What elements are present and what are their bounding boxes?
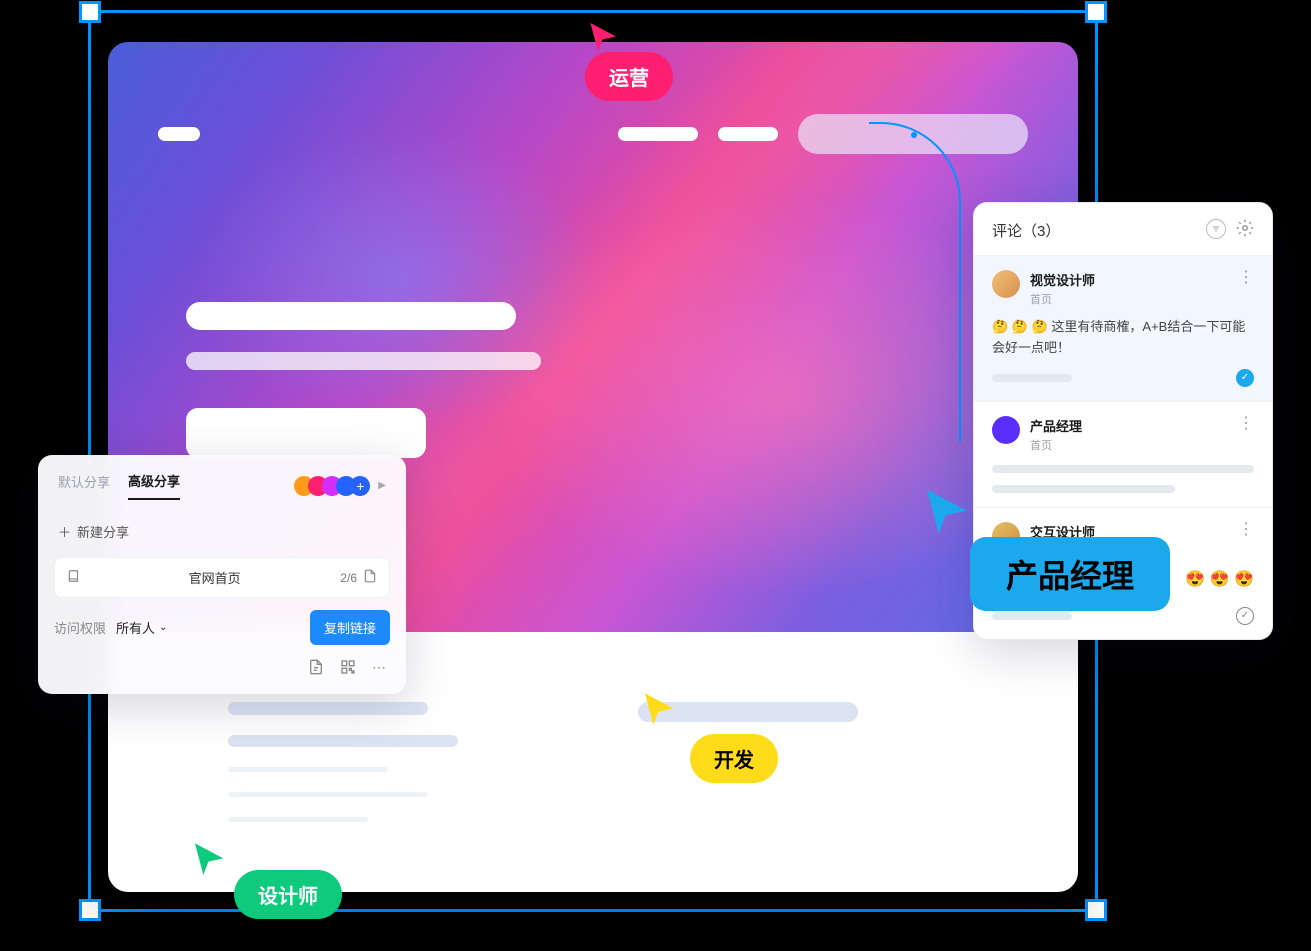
more-icon[interactable]: ⋯ [372,659,386,678]
copy-link-button[interactable]: 复制链接 [310,610,390,645]
comment-page: 首页 [1030,437,1228,453]
placeholder-bar [228,792,428,797]
cursor-label-text: 设计师 [234,870,342,919]
placeholder-bar [228,702,428,715]
cursor-label-text: 产品经理 [970,537,1170,611]
comment-author: 产品经理 [1030,416,1228,435]
cursor-icon [586,20,622,56]
avatar [992,270,1020,298]
comment-body: 🤔 🤔 🤔 这里有待商榷，A+B结合一下可能会好一点吧！ [992,317,1254,359]
qr-icon[interactable] [340,659,356,678]
collaborator-cursor-pm: 产品经理 [920,485,1170,611]
share-item-row[interactable]: 官网首页 2/6 [54,557,390,598]
resolve-check-icon[interactable]: ✓ [1236,607,1254,625]
page-icon [363,569,377,586]
comment-more-icon[interactable]: ⋮ [1238,522,1254,538]
annotation-anchor-dot [911,132,917,138]
share-tab-advanced[interactable]: 高级分享 [128,471,180,500]
nav-logo-placeholder [158,127,200,141]
hero-cta-placeholder [186,408,426,458]
new-share-button[interactable]: ＋ 新建分享 [38,514,406,557]
collaborator-cursor-designer: 设计师 [190,840,342,919]
comment-reactions[interactable]: 😍 😍 😍 [1185,569,1254,589]
access-dropdown[interactable]: 所有人 ⌄ [116,618,167,637]
cursor-label-text: 运营 [585,52,673,101]
cursor-icon [640,690,680,730]
plus-icon: ＋ [58,522,71,541]
book-icon [67,569,81,586]
collaborator-cursor-dev: 开发 [640,690,778,783]
avatar [992,416,1020,444]
access-value-text: 所有人 [116,618,155,637]
resize-handle-tr[interactable] [1085,1,1107,23]
hero-title-placeholder [186,302,516,330]
resize-handle-bl[interactable] [79,899,101,921]
resize-handle-tl[interactable] [79,1,101,23]
nav-search-placeholder [798,114,1028,154]
comment-more-icon[interactable]: ⋮ [1238,270,1254,286]
share-item-title: 官网首页 [89,568,340,587]
nav-item-placeholder [718,127,778,141]
share-tab-default[interactable]: 默认分享 [58,472,110,499]
resolve-check-icon[interactable]: ✓ [1236,369,1254,387]
comment-more-icon[interactable]: ⋮ [1238,416,1254,432]
placeholder-bar [228,817,368,822]
comment-page: 首页 [1030,291,1228,307]
share-panel: 默认分享 高级分享 + ▶ ＋ 新建分享 官网首页 2/6 访问权限 所有人 ⌄… [38,455,406,694]
chevron-right-icon[interactable]: ▶ [378,480,386,491]
placeholder-bar [228,735,458,748]
placeholder-bar [228,767,388,772]
comments-title: 评论（3） [992,220,1060,241]
hero-nav [158,114,1028,154]
cursor-icon [920,485,976,541]
cursor-label-text: 开发 [690,734,778,783]
resize-handle-br[interactable] [1085,899,1107,921]
collaborator-cursor-operation: 运营 [585,20,673,101]
cursor-icon [190,840,230,880]
filter-icon[interactable] [1206,219,1226,239]
file-icon[interactable] [308,659,324,678]
comment-body-placeholder [992,465,1254,473]
reply-placeholder [992,374,1072,382]
chevron-down-icon: ⌄ [159,622,167,633]
hero-content [186,302,541,458]
reply-placeholder [992,612,1072,620]
comment-author: 视觉设计师 [1030,270,1228,289]
hero-subtitle-placeholder [186,352,541,370]
share-item-count: 2/6 [340,571,357,585]
access-label: 访问权限 [54,618,106,637]
comment-item[interactable]: 视觉设计师 首页 ⋮ 🤔 🤔 🤔 这里有待商榷，A+B结合一下可能会好一点吧！ … [974,255,1272,401]
settings-icon[interactable] [1236,219,1254,241]
share-color-swatches: + ▶ [294,476,386,496]
add-color-button[interactable]: + [350,476,370,496]
new-share-label: 新建分享 [77,522,129,541]
nav-item-placeholder [618,127,698,141]
